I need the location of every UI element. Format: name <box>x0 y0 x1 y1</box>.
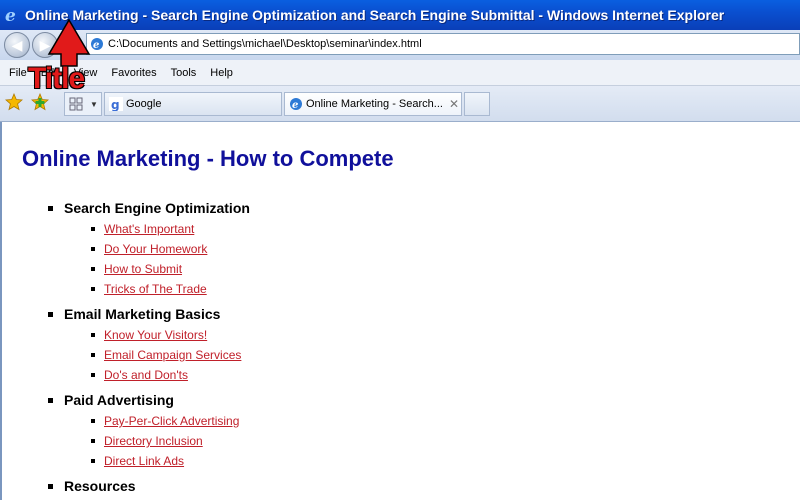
tab-online-marketing-label: Online Marketing - Search... <box>306 98 443 110</box>
tab-online-marketing[interactable]: e Online Marketing - Search... ✕ <box>284 92 462 116</box>
bullet <box>48 397 53 403</box>
list-item: Do Your Homework <box>91 239 250 259</box>
list-item: Do's and Don'ts <box>91 365 241 385</box>
bullet <box>48 483 53 489</box>
new-tab-button[interactable] <box>464 92 490 116</box>
section-title: Paid Advertising <box>64 392 174 408</box>
svg-text:g: g <box>111 98 120 111</box>
menu-tools[interactable]: Tools <box>165 67 203 79</box>
section-title: Email Marketing Basics <box>64 306 221 322</box>
menu-bar: File Edit View Favorites Tools Help <box>0 60 800 86</box>
back-arrow-icon: ◀ <box>11 36 23 53</box>
link-how-to-submit[interactable]: How to Submit <box>104 262 182 276</box>
section-title: Search Engine Optimization <box>64 200 250 216</box>
link-tricks-of-the-trade[interactable]: Tricks of The Trade <box>104 282 207 296</box>
section-email-marketing-basics: Email Marketing Basics Know Your Visitor… <box>48 306 241 385</box>
section-title: Resources <box>64 478 136 494</box>
link-email-campaign-services[interactable]: Email Campaign Services <box>104 348 241 362</box>
favorites-star-icon[interactable] <box>5 93 23 111</box>
section-paid-advertising: Paid Advertising Pay-Per-Click Advertisi… <box>48 392 239 471</box>
svg-text:e: e <box>5 6 16 24</box>
list-item: Pay-Per-Click Advertising <box>91 411 239 431</box>
page-heading: Online Marketing - How to Compete <box>22 146 394 171</box>
tab-google[interactable]: g Google <box>104 92 282 116</box>
link-pay-per-click-advertising[interactable]: Pay-Per-Click Advertising <box>104 414 239 428</box>
list-item: Directory Inclusion <box>91 431 239 451</box>
list-item: Email Campaign Services <box>91 345 241 365</box>
list-item: How to Submit <box>91 259 250 279</box>
annotation-arrow-icon <box>47 18 91 67</box>
link-dos-and-donts[interactable]: Do's and Don'ts <box>104 368 188 382</box>
close-tab-icon[interactable]: ✕ <box>449 97 459 111</box>
tab-bar: ▼ g Google e Online Marketing - Search..… <box>0 86 800 122</box>
window-title-bar[interactable]: e Online Marketing - Search Engine Optim… <box>0 0 800 30</box>
quick-tabs-grid-icon <box>69 97 83 111</box>
tab-google-label: Google <box>126 98 162 110</box>
back-button[interactable]: ◀ <box>4 32 30 58</box>
link-directory-inclusion[interactable]: Directory Inclusion <box>104 434 203 448</box>
link-list: Know Your Visitors! Email Campaign Servi… <box>91 325 241 385</box>
list-item: Direct Link Ads <box>91 451 239 471</box>
internet-explorer-icon: e <box>5 6 16 24</box>
link-list: What's Important Do Your Homework How to… <box>91 219 250 299</box>
link-list: Pay-Per-Click Advertising Directory Incl… <box>91 411 239 471</box>
svg-text:e: e <box>93 40 99 51</box>
list-item: Tricks of The Trade <box>91 279 250 299</box>
link-do-your-homework[interactable]: Do Your Homework <box>104 242 207 256</box>
link-direct-link-ads[interactable]: Direct Link Ads <box>104 454 184 468</box>
section-search-engine-optimization: Search Engine Optimization What's Import… <box>48 200 250 299</box>
bullet <box>48 311 53 317</box>
window-title: Online Marketing - Search Engine Optimiz… <box>25 7 725 23</box>
page-icon: e <box>290 98 302 111</box>
link-know-your-visitors[interactable]: Know Your Visitors! <box>104 328 207 342</box>
google-icon: g <box>109 97 123 111</box>
address-bar[interactable]: e <box>86 33 800 55</box>
bullet <box>48 205 53 211</box>
address-input[interactable] <box>108 38 788 50</box>
chevron-down-icon[interactable]: ▼ <box>90 100 98 109</box>
page-content: Online Marketing - How to Compete Search… <box>0 122 800 500</box>
section-resources: Resources <box>48 478 136 494</box>
navigation-bar: ◀ ▶ e <box>0 30 800 60</box>
menu-help[interactable]: Help <box>204 67 239 79</box>
list-item: What's Important <box>91 219 250 239</box>
svg-text:e: e <box>292 100 298 111</box>
annotation-label: Title <box>28 62 85 95</box>
link-whats-important[interactable]: What's Important <box>104 222 194 236</box>
list-item: Know Your Visitors! <box>91 325 241 345</box>
menu-favorites[interactable]: Favorites <box>105 67 162 79</box>
